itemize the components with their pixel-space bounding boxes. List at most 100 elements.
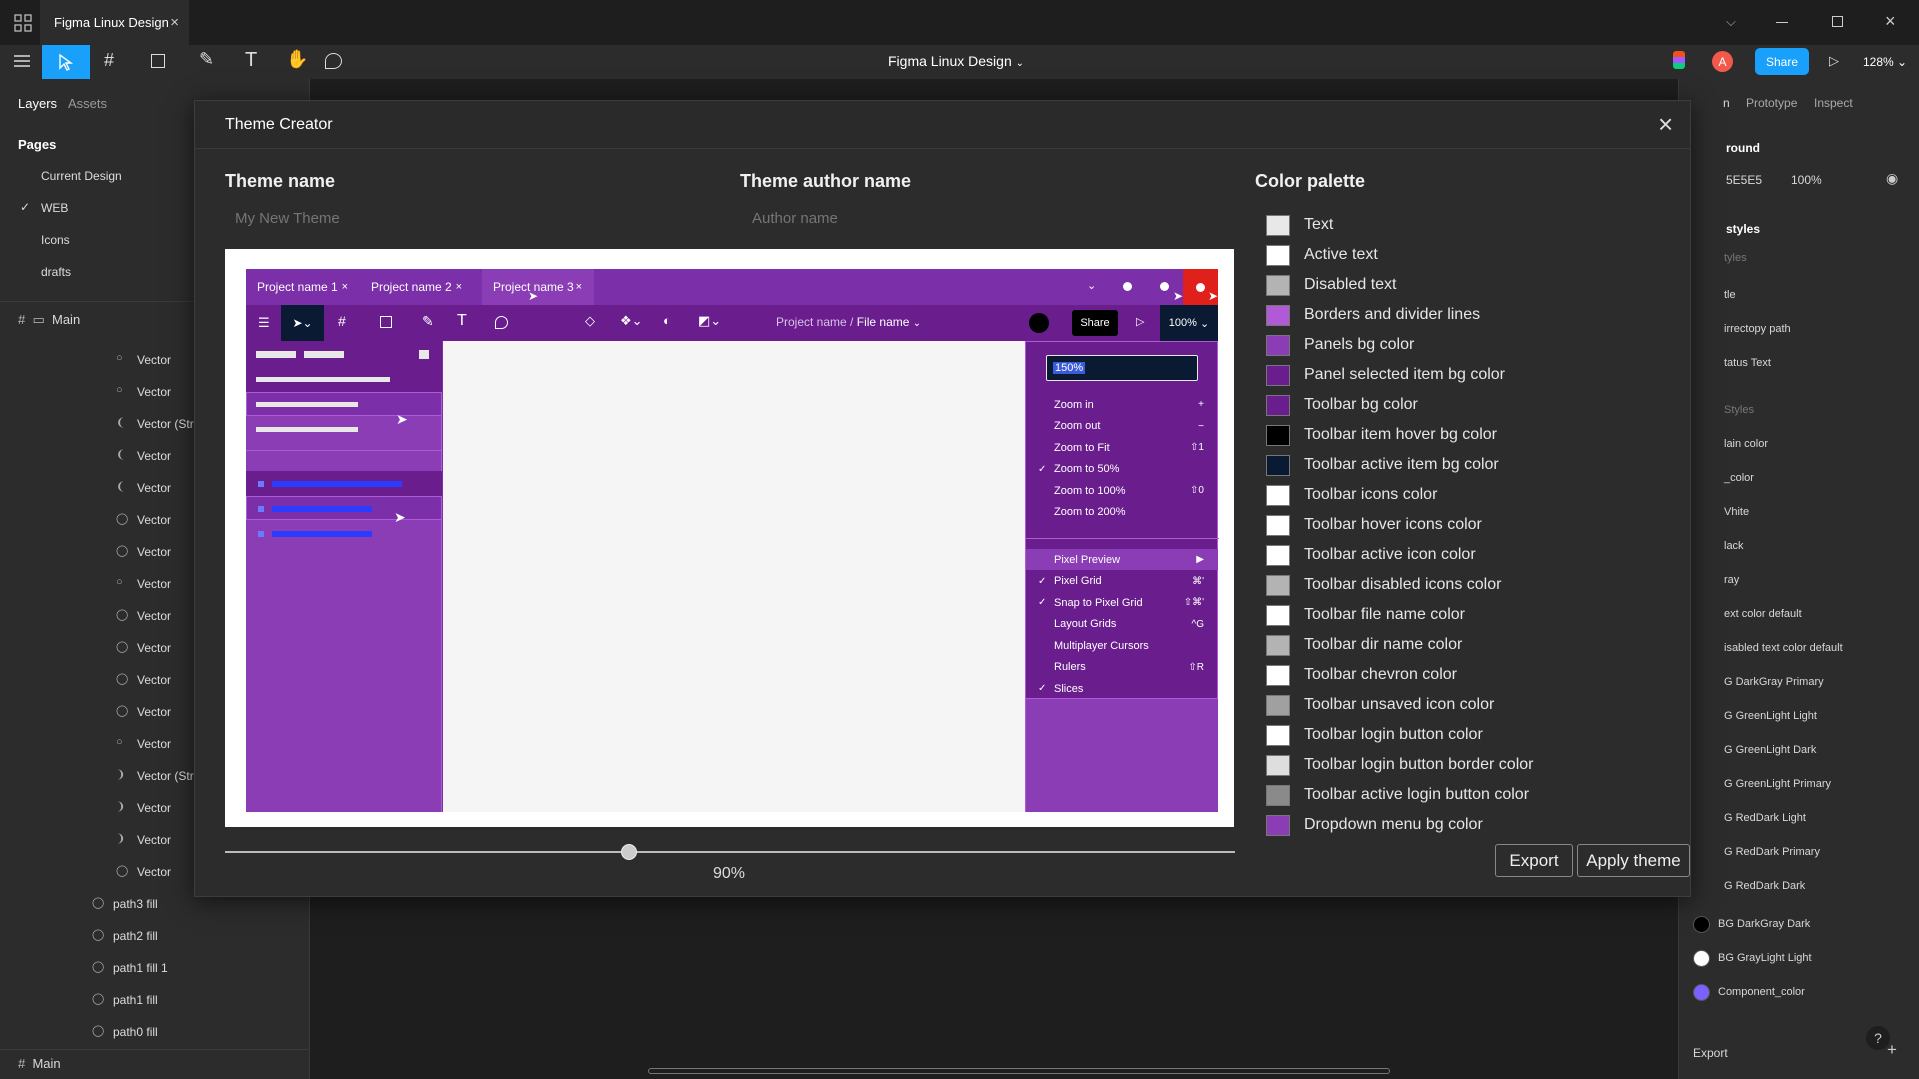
move-tool-button[interactable] xyxy=(42,45,90,79)
menu-item[interactable]: Multiplayer Cursors xyxy=(1026,635,1218,656)
palette-row[interactable]: Toolbar bg color xyxy=(1266,393,1418,417)
instance-icon[interactable]: ❖⌄ xyxy=(620,313,643,329)
palette-row[interactable]: Toolbar chevron color xyxy=(1266,663,1457,687)
palette-swatch[interactable] xyxy=(1266,784,1290,806)
palette-row[interactable]: Borders and divider lines xyxy=(1266,303,1480,327)
style-item[interactable]: isabled text color default xyxy=(1724,642,1843,654)
bg-hex[interactable]: 5E5E5 xyxy=(1726,173,1762,187)
style-item[interactable]: G RedDark Light xyxy=(1724,812,1806,824)
eye-icon[interactable]: ◉ xyxy=(1886,170,1898,187)
palette-swatch[interactable] xyxy=(1266,484,1290,506)
palette-swatch[interactable] xyxy=(1266,394,1290,416)
menu-item[interactable]: Layout Grids ^G xyxy=(1026,614,1218,635)
style-item[interactable]: lack xyxy=(1724,540,1744,552)
palette-swatch[interactable] xyxy=(1266,454,1290,476)
apply-theme-button[interactable]: Apply theme xyxy=(1577,844,1690,877)
menu-item[interactable]: Zoom to Fit ⇧1 xyxy=(1026,437,1218,458)
palette-row[interactable]: Panel selected item bg color xyxy=(1266,363,1505,387)
style-item[interactable]: irrectopy path xyxy=(1724,323,1791,335)
menu-icon[interactable]: ☰ xyxy=(258,315,270,331)
style-item[interactable]: tyles xyxy=(1724,252,1747,264)
comment-tool-icon[interactable] xyxy=(495,316,508,329)
zoom-dropdown[interactable]: 128% ⌄ xyxy=(1863,55,1907,69)
palette-swatch[interactable] xyxy=(1266,304,1290,326)
menu-item[interactable]: Pixel Preview ▶ xyxy=(1026,549,1218,570)
style-item[interactable]: G GreenLight Light xyxy=(1724,710,1817,722)
pen-tool-icon[interactable]: ✎ xyxy=(199,49,214,70)
palette-swatch[interactable] xyxy=(1266,814,1290,836)
pen-tool-icon[interactable]: ✎ xyxy=(422,313,434,330)
scale-slider-track[interactable] xyxy=(225,851,1235,853)
style-item[interactable]: lain color xyxy=(1724,438,1768,450)
tab-design-partial[interactable]: n xyxy=(1723,96,1730,110)
style-item[interactable]: Vhite xyxy=(1724,506,1749,518)
close-icon[interactable]: × xyxy=(576,281,582,293)
present-icon[interactable]: ▷ xyxy=(1136,315,1144,328)
style-item[interactable]: G RedDark Primary xyxy=(1724,846,1820,858)
palette-row[interactable]: Toolbar item hover bg color xyxy=(1266,423,1497,447)
palette-row[interactable]: Text xyxy=(1266,213,1333,237)
tab-assets[interactable]: Assets xyxy=(68,96,107,111)
palette-row[interactable]: Toolbar dir name color xyxy=(1266,633,1462,657)
present-icon[interactable]: ▷ xyxy=(1829,53,1839,69)
palette-swatch[interactable] xyxy=(1266,724,1290,746)
text-tool-icon[interactable]: T xyxy=(457,312,467,330)
palette-swatch[interactable] xyxy=(1266,754,1290,776)
bottom-frame-layer[interactable]: # Main xyxy=(18,1056,61,1071)
frame-tool-icon[interactable]: # xyxy=(338,313,346,329)
style-item[interactable]: tatus Text xyxy=(1724,357,1771,369)
preview-zoom-button[interactable]: 100% ⌄ xyxy=(1160,305,1218,341)
color-style-item[interactable]: Component_color xyxy=(1693,982,1913,1002)
close-icon[interactable]: × xyxy=(456,281,462,293)
horizontal-scrollbar[interactable] xyxy=(648,1068,1390,1074)
move-tool-button[interactable]: ➤⌄ xyxy=(281,305,324,341)
zoom-input[interactable]: 150% xyxy=(1046,355,1198,381)
fill-layer-item[interactable]: ◯ path0 fill xyxy=(0,1020,310,1044)
palette-row[interactable]: Toolbar hover icons color xyxy=(1266,513,1482,537)
close-icon[interactable]: × xyxy=(342,281,348,293)
chevron-down-icon[interactable]: ⌵ xyxy=(1726,14,1736,30)
style-item[interactable]: _color xyxy=(1724,472,1754,484)
chevron-down-icon[interactable]: ⌄ xyxy=(1087,279,1096,292)
fill-layer-item[interactable]: ◯ path1 fill xyxy=(0,988,310,1012)
palette-row[interactable]: Active text xyxy=(1266,243,1378,267)
close-window-icon[interactable]: × xyxy=(1885,11,1896,32)
component-icon[interactable]: ◇ xyxy=(585,313,595,329)
style-item[interactable]: ray xyxy=(1724,574,1739,586)
menu-icon[interactable] xyxy=(14,54,30,68)
comment-tool-icon[interactable] xyxy=(325,53,342,69)
palette-row[interactable]: Toolbar active item bg color xyxy=(1266,453,1499,477)
palette-swatch[interactable] xyxy=(1266,364,1290,386)
palette-row[interactable]: Toolbar login button color xyxy=(1266,723,1483,747)
palette-swatch[interactable] xyxy=(1266,634,1290,656)
preview-avatar[interactable] xyxy=(1029,313,1049,333)
menu-item[interactable]: Zoom in + xyxy=(1026,394,1218,415)
frame-layer[interactable]: # ▭ Main xyxy=(18,312,80,328)
palette-swatch[interactable] xyxy=(1266,694,1290,716)
preview-tab[interactable]: Project name 2 × xyxy=(360,269,474,305)
style-item[interactable]: G DarkGray Primary xyxy=(1724,676,1824,688)
style-item[interactable]: G GreenLight Primary xyxy=(1724,778,1831,790)
palette-row[interactable]: Toolbar disabled icons color xyxy=(1266,573,1501,597)
palette-swatch[interactable] xyxy=(1266,574,1290,596)
frame-tool-icon[interactable]: # xyxy=(104,50,114,71)
palette-row[interactable]: Toolbar login button border color xyxy=(1266,753,1533,777)
avatar[interactable]: A xyxy=(1712,51,1733,72)
apps-grid-icon[interactable] xyxy=(14,14,32,32)
export-button[interactable]: Export xyxy=(1495,844,1573,877)
minimize-icon[interactable] xyxy=(1776,22,1788,23)
palette-row[interactable]: Toolbar active icon color xyxy=(1266,543,1476,567)
close-icon[interactable]: × xyxy=(170,14,179,31)
tab-prototype[interactable]: Prototype xyxy=(1746,96,1797,110)
preview-breadcrumb[interactable]: Project name / File name ⌄ xyxy=(776,315,921,329)
style-item[interactable]: ext color default xyxy=(1724,608,1802,620)
palette-row[interactable]: Toolbar file name color xyxy=(1266,603,1465,627)
menu-item[interactable]: Zoom to 100% ⇧0 xyxy=(1026,480,1218,501)
palette-row[interactable]: Toolbar unsaved icon color xyxy=(1266,693,1494,717)
boolean-icon[interactable]: ◩⌄ xyxy=(698,313,721,329)
style-item[interactable]: G GreenLight Dark xyxy=(1724,744,1816,756)
menu-item[interactable]: ✓ Zoom to 50% xyxy=(1026,459,1218,480)
file-title[interactable]: Figma Linux Design ⌄ xyxy=(888,53,1024,69)
scale-slider-thumb[interactable] xyxy=(621,844,637,860)
style-item[interactable]: tle xyxy=(1724,289,1736,301)
